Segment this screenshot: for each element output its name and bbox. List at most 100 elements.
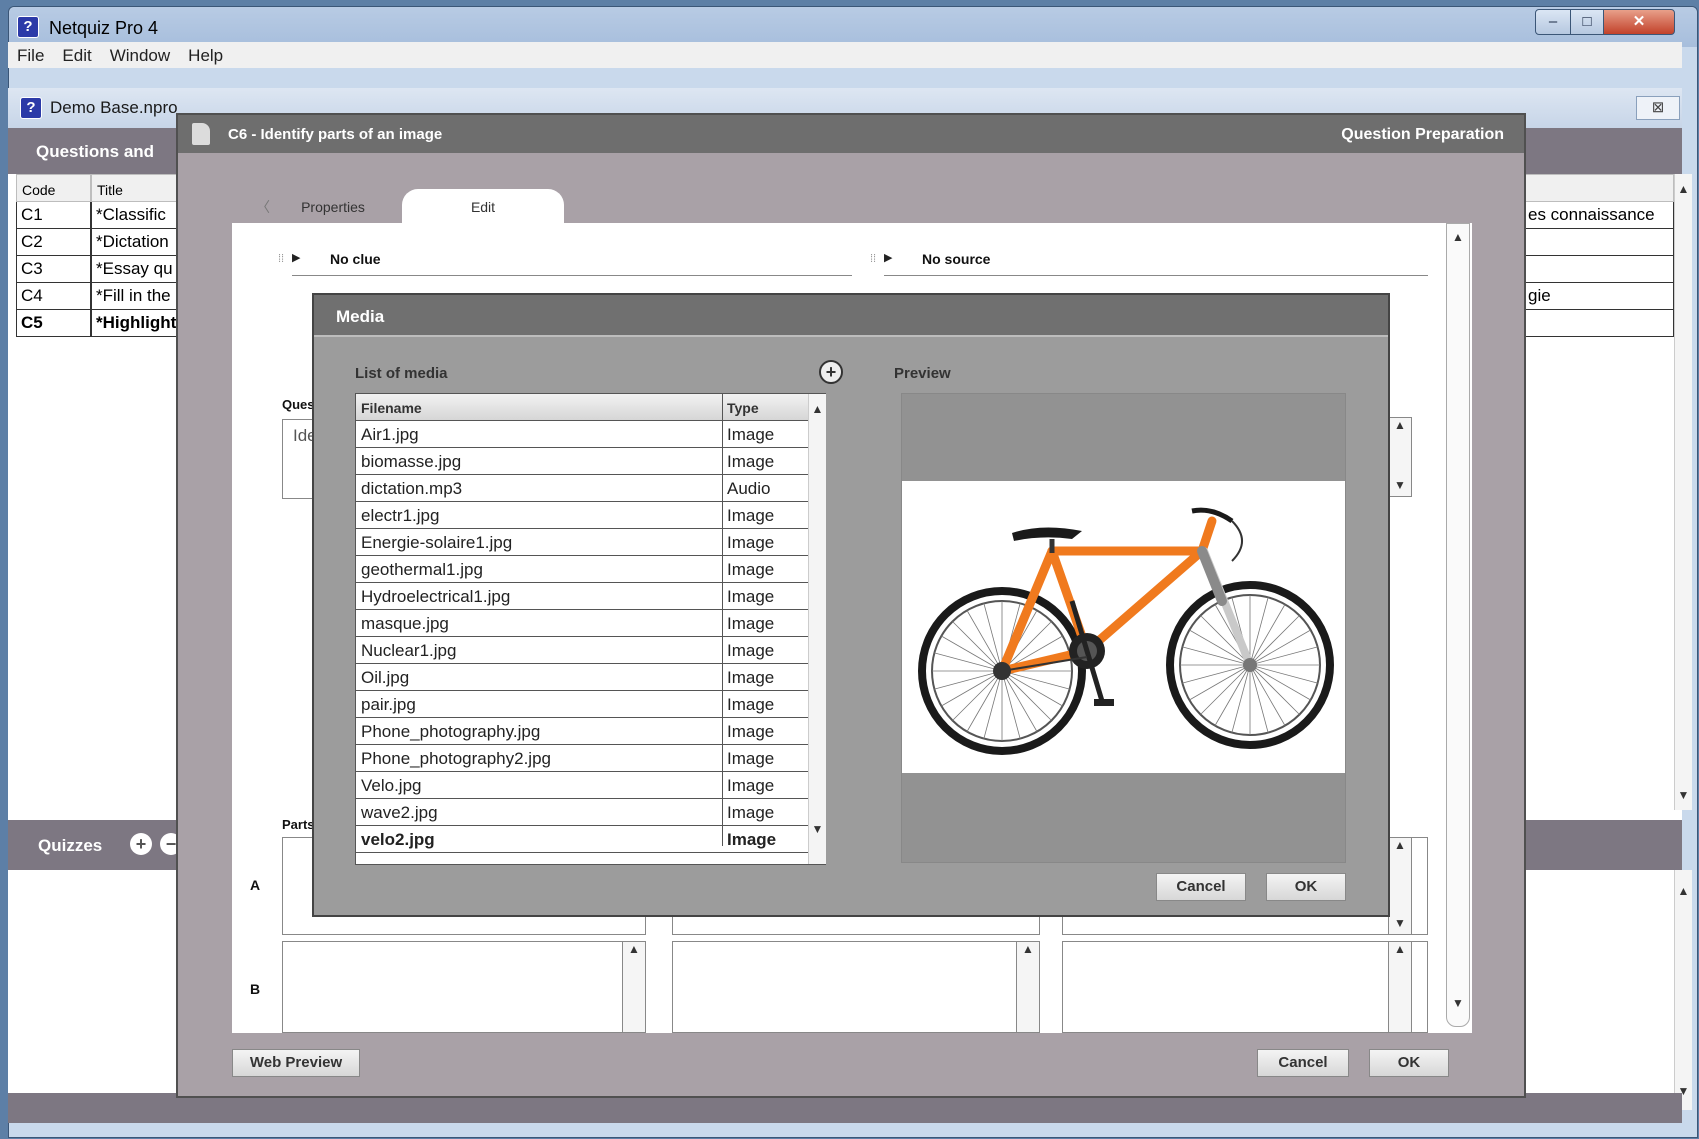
tab-properties[interactable]: Properties bbox=[278, 199, 388, 215]
column-header-type[interactable]: Type bbox=[727, 400, 759, 416]
part-b-field-2[interactable] bbox=[672, 941, 1040, 1033]
row-code: C5 bbox=[16, 310, 91, 337]
title-bar: ? Netquiz Pro 4 – □ ✕ bbox=[9, 7, 1697, 47]
scroll-up-icon[interactable]: ▲ bbox=[1675, 884, 1692, 898]
source-label[interactable]: No source bbox=[922, 251, 990, 267]
app-help-icon: ? bbox=[17, 16, 39, 38]
media-type: Image bbox=[727, 560, 775, 579]
drag-handle-icon[interactable]: ⁞⁞ bbox=[870, 253, 876, 265]
media-list-item[interactable]: Energie-solaire1.jpg Image bbox=[356, 529, 808, 556]
menu-window[interactable]: Window bbox=[101, 42, 179, 66]
scroll-down-icon[interactable]: ▼ bbox=[1389, 478, 1411, 492]
media-type: Image bbox=[727, 803, 775, 822]
row-extra bbox=[1524, 310, 1674, 337]
expand-clue-icon[interactable]: ▶ bbox=[292, 251, 300, 264]
media-list-item[interactable]: Air1.jpg Image bbox=[356, 421, 808, 448]
media-filename: Nuclear1.jpg bbox=[361, 641, 457, 660]
close-document-icon[interactable]: ⊠ bbox=[1636, 96, 1680, 120]
media-filename: Phone_photography2.jpg bbox=[361, 749, 551, 768]
media-list-item[interactable]: velo2.jpg Image bbox=[356, 826, 808, 853]
drag-handle-icon[interactable]: ⁞⁞ bbox=[278, 253, 284, 265]
media-ok-button[interactable]: OK bbox=[1266, 873, 1346, 901]
question-cancel-button[interactable]: Cancel bbox=[1257, 1049, 1349, 1077]
media-list-item[interactable]: masque.jpg Image bbox=[356, 610, 808, 637]
media-list-item[interactable]: dictation.mp3 Audio bbox=[356, 475, 808, 502]
question-scrollbar[interactable]: ▲ ▼ bbox=[1388, 417, 1412, 497]
media-list-item[interactable]: Velo.jpg Image bbox=[356, 772, 808, 799]
column-header-extra[interactable] bbox=[1524, 174, 1674, 202]
media-type: Image bbox=[727, 749, 775, 768]
media-list-item[interactable]: Oil.jpg Image bbox=[356, 664, 808, 691]
media-cancel-button[interactable]: Cancel bbox=[1156, 873, 1246, 901]
scroll-up-icon[interactable]: ▲ bbox=[1389, 418, 1411, 432]
media-filename: Hydroelectrical1.jpg bbox=[361, 587, 511, 606]
part-b-field-1[interactable] bbox=[282, 941, 646, 1033]
bicycle-illustration bbox=[918, 507, 1334, 755]
media-type: Image bbox=[727, 695, 775, 714]
part-a-scrollbar[interactable]: ▲ ▼ bbox=[1388, 837, 1412, 935]
scroll-up-icon[interactable]: ▲ bbox=[1447, 230, 1469, 244]
menu-edit[interactable]: Edit bbox=[53, 42, 100, 66]
menu-bar: File Edit Window Help bbox=[8, 42, 1682, 68]
column-header-code[interactable]: Code bbox=[16, 174, 91, 202]
part-b-field-3[interactable] bbox=[1062, 941, 1428, 1033]
media-type: Image bbox=[727, 533, 775, 552]
scroll-up-icon[interactable]: ▲ bbox=[623, 942, 645, 956]
minimize-button[interactable]: – bbox=[1535, 9, 1571, 35]
scroll-down-icon[interactable]: ▼ bbox=[1389, 916, 1411, 930]
media-type: Image bbox=[727, 614, 775, 633]
media-table: Filename Type Air1.jpg Image biomasse.jpg I… bbox=[355, 393, 826, 865]
row-b-label: B bbox=[250, 981, 261, 997]
menu-help[interactable]: Help bbox=[179, 42, 232, 66]
document-icon bbox=[192, 123, 210, 145]
scroll-up-icon[interactable]: ▲ bbox=[1675, 182, 1692, 196]
web-preview-button[interactable]: Web Preview bbox=[232, 1049, 360, 1077]
media-filename: Phone_photography.jpg bbox=[361, 722, 541, 741]
add-quiz-icon[interactable]: + bbox=[130, 833, 152, 855]
media-list-item[interactable]: wave2.jpg Image bbox=[356, 799, 808, 826]
column-header-filename[interactable]: Filename bbox=[361, 400, 422, 416]
media-dialog: Media List of media + Preview Filename T… bbox=[312, 293, 1390, 917]
media-list-item[interactable]: Nuclear1.jpg Image bbox=[356, 637, 808, 664]
media-filename: Air1.jpg bbox=[361, 425, 419, 444]
media-filename: masque.jpg bbox=[361, 614, 449, 633]
add-media-icon[interactable]: + bbox=[819, 360, 843, 384]
media-list-item[interactable]: biomasse.jpg Image bbox=[356, 448, 808, 475]
media-list-item[interactable]: electr1.jpg Image bbox=[356, 502, 808, 529]
list-of-media-label: List of media bbox=[355, 365, 448, 382]
media-list-item[interactable]: Hydroelectrical1.jpg Image bbox=[356, 583, 808, 610]
maximize-button[interactable]: □ bbox=[1570, 9, 1604, 35]
question-dialog-mode: Question Preparation bbox=[1341, 126, 1504, 143]
question-ok-button[interactable]: OK bbox=[1369, 1049, 1449, 1077]
part-b-scrollbar-1[interactable]: ▲ bbox=[622, 941, 646, 1033]
quizzes-scrollbar[interactable]: ▲ ▼ bbox=[1674, 870, 1692, 1110]
media-filename: Velo.jpg bbox=[361, 776, 422, 795]
scroll-down-icon[interactable]: ▼ bbox=[1447, 996, 1469, 1010]
part-b-scrollbar-3[interactable]: ▲ bbox=[1388, 941, 1412, 1033]
media-filename: velo2.jpg bbox=[361, 830, 435, 849]
close-button[interactable]: ✕ bbox=[1603, 9, 1675, 35]
questions-scrollbar[interactable]: ▲ ▼ bbox=[1674, 174, 1692, 810]
part-b-scrollbar-2[interactable]: ▲ bbox=[1016, 941, 1040, 1033]
expand-source-icon[interactable]: ▶ bbox=[884, 251, 892, 264]
row-code: C3 bbox=[16, 256, 91, 283]
quizzes-label: Quizzes bbox=[38, 836, 103, 855]
media-list-item[interactable]: geothermal1.jpg Image bbox=[356, 556, 808, 583]
clue-label[interactable]: No clue bbox=[330, 251, 381, 267]
scroll-down-icon[interactable]: ▼ bbox=[1675, 788, 1692, 802]
media-list-item[interactable]: Phone_photography2.jpg Image bbox=[356, 745, 808, 772]
edit-pane-scrollbar[interactable]: ▲ ▼ bbox=[1446, 223, 1470, 1027]
menu-file[interactable]: File bbox=[8, 42, 53, 66]
scroll-up-icon[interactable]: ▲ bbox=[1389, 838, 1411, 852]
scroll-up-icon[interactable]: ▲ bbox=[1389, 942, 1411, 956]
tab-edit[interactable]: Edit bbox=[402, 189, 564, 225]
media-list-scrollbar[interactable]: ▲ ▼ bbox=[808, 394, 826, 864]
media-list-item[interactable]: Phone_photography.jpg Image bbox=[356, 718, 808, 745]
scroll-up-icon[interactable]: ▲ bbox=[1017, 942, 1039, 956]
media-type: Image bbox=[727, 641, 775, 660]
media-list-item[interactable]: pair.jpg Image bbox=[356, 691, 808, 718]
scroll-up-icon[interactable]: ▲ bbox=[809, 402, 826, 416]
preview-area bbox=[901, 393, 1346, 863]
scroll-down-icon[interactable]: ▼ bbox=[809, 822, 826, 836]
tab-scroll-left-icon[interactable]: 〈 bbox=[256, 197, 270, 217]
